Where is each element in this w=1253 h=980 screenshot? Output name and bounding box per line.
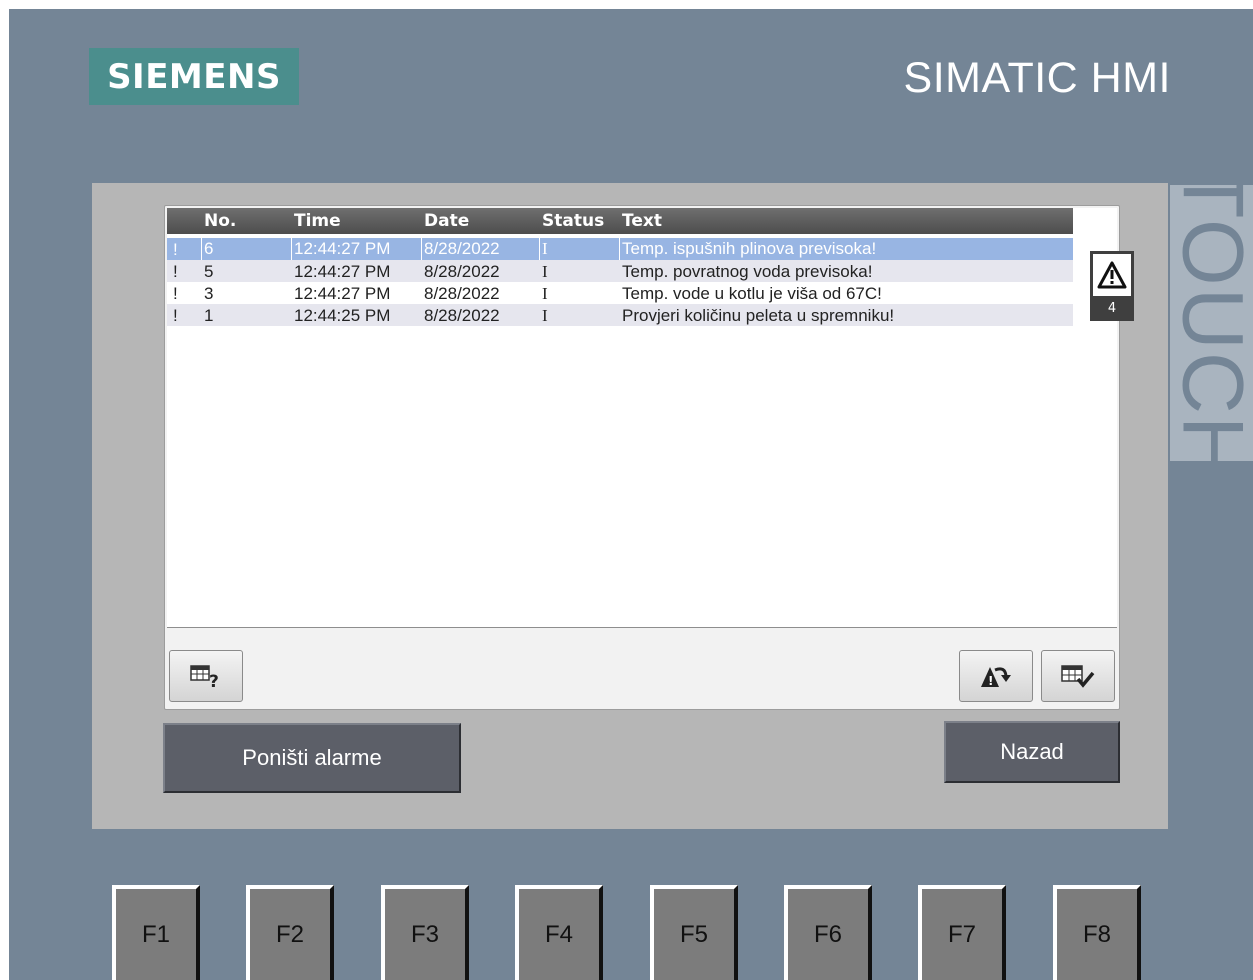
alarm-loop-button[interactable]: ! <box>959 650 1033 702</box>
alarm-status: I <box>542 284 548 303</box>
alarm-status: I <box>542 306 548 325</box>
function-key-f3[interactable]: F3 <box>381 885 469 980</box>
alarm-number: 5 <box>204 262 214 281</box>
alarm-table-header: No. Time Date Status Text <box>167 208 1073 234</box>
alarm-list[interactable]: No. Time Date Status Text ! 6 12:44:27 P… <box>167 208 1117 628</box>
function-key-f4[interactable]: F4 <box>515 885 603 980</box>
alarm-text: Temp. ispušnih plinova previsoka! <box>619 238 876 260</box>
alarm-info-button[interactable]: ? <box>169 650 243 702</box>
alarm-time: 12:44:27 PM <box>291 238 390 260</box>
alarm-date: 8/28/2022 <box>424 262 500 281</box>
reset-alarms-button[interactable]: Poništi alarme <box>163 723 461 793</box>
f7-label: F7 <box>947 920 976 948</box>
svg-text:?: ? <box>209 672 219 689</box>
column-header-status[interactable]: Status <box>542 211 604 231</box>
column-header-text[interactable]: Text <box>622 211 662 231</box>
f8-label: F8 <box>1082 920 1111 948</box>
f4-label: F4 <box>544 920 573 948</box>
f3-label: F3 <box>410 920 439 948</box>
function-key-f1[interactable]: F1 <box>112 885 200 980</box>
siemens-logo: SIEMENS <box>89 48 299 105</box>
alarm-number: 3 <box>204 284 214 303</box>
warning-triangle-icon <box>1093 254 1131 296</box>
column-header-time[interactable]: Time <box>294 211 341 231</box>
alarm-text: Provjeri količinu peleta u spremniku! <box>622 306 895 325</box>
alarm-loop-icon: ! <box>981 667 1011 688</box>
alarm-date: 8/28/2022 <box>421 238 500 260</box>
alarm-row[interactable]: ! 6 12:44:27 PM 8/28/2022 I Temp. ispušn… <box>167 238 1073 260</box>
alarm-flag: ! <box>173 284 178 303</box>
alarm-acknowledge-button[interactable] <box>1041 650 1115 702</box>
f5-label: F5 <box>679 920 708 948</box>
function-key-f7[interactable]: F7 <box>918 885 1006 980</box>
alarm-row[interactable]: ! 3 12:44:27 PM 8/28/2022 I Temp. vode u… <box>167 282 1073 304</box>
touch-side-label: TOUCH <box>1170 185 1253 461</box>
alarm-status: I <box>539 238 548 260</box>
alarm-time: 12:44:27 PM <box>294 262 391 281</box>
f2-label: F2 <box>275 920 304 948</box>
alarm-row[interactable]: ! 5 12:44:27 PM 8/28/2022 I Temp. povrat… <box>167 260 1073 282</box>
function-key-f6[interactable]: F6 <box>784 885 872 980</box>
alarm-indicator[interactable]: 4 <box>1090 251 1134 321</box>
alarm-row[interactable]: ! 1 12:44:25 PM 8/28/2022 I Provjeri kol… <box>167 304 1073 326</box>
alarm-date: 8/28/2022 <box>424 284 500 303</box>
touch-label-text: TOUCH <box>1170 185 1253 461</box>
alarm-time: 12:44:27 PM <box>294 284 391 303</box>
simatic-hmi-label: SIMATIC HMI <box>903 54 1171 102</box>
alarm-flag: ! <box>173 262 178 281</box>
function-key-f5[interactable]: F5 <box>650 885 738 980</box>
alarm-date: 8/28/2022 <box>424 306 500 325</box>
column-header-date[interactable]: Date <box>424 211 469 231</box>
alarm-time: 12:44:25 PM <box>294 306 391 325</box>
f6-label: F6 <box>813 920 842 948</box>
alarm-flag: ! <box>173 240 178 259</box>
back-label: Nazad <box>1000 739 1064 764</box>
alarm-status: I <box>542 262 548 281</box>
function-key-f8[interactable]: F8 <box>1053 885 1141 980</box>
function-key-f2[interactable]: F2 <box>246 885 334 980</box>
alarm-text: Temp. povratnog voda previsoka! <box>622 262 873 281</box>
alarm-number: 6 <box>201 238 213 260</box>
alarm-number: 1 <box>204 306 214 325</box>
hmi-screen: No. Time Date Status Text ! 6 12:44:27 P… <box>92 183 1168 829</box>
back-button[interactable]: Nazad <box>944 721 1120 783</box>
f1-label: F1 <box>141 920 170 948</box>
table-info-icon: ? <box>190 665 219 689</box>
alarm-text: Temp. vode u kotlu je viša od 67C! <box>622 284 882 303</box>
table-acknowledge-icon <box>1061 665 1095 688</box>
column-header-no[interactable]: No. <box>204 211 236 231</box>
reset-alarms-label: Poništi alarme <box>242 745 382 770</box>
alarm-count: 4 <box>1107 301 1117 316</box>
svg-text:!: ! <box>988 674 993 688</box>
alarm-view: No. Time Date Status Text ! 6 12:44:27 P… <box>164 205 1120 710</box>
alarm-flag: ! <box>173 306 178 325</box>
